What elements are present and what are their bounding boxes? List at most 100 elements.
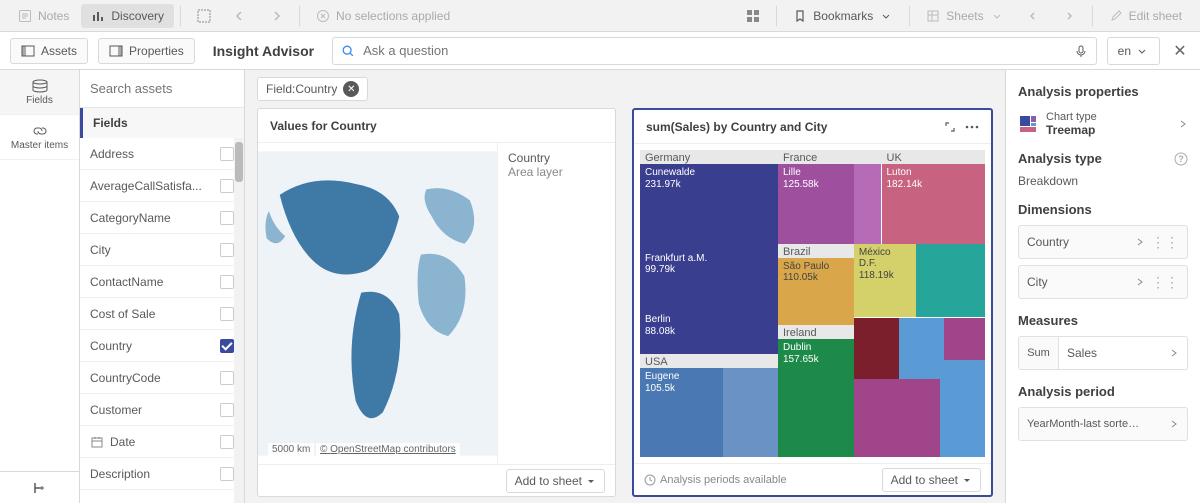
add-to-sheet-button[interactable]: Add to sheet <box>506 469 605 493</box>
notes-button[interactable]: Notes <box>8 4 79 28</box>
treemap-cell[interactable] <box>940 360 985 457</box>
period-row[interactable]: YearMonth-last sorte… <box>1018 407 1188 441</box>
drag-handle[interactable]: ⋮⋮ <box>1151 234 1179 251</box>
field-checkbox[interactable] <box>220 147 234 161</box>
smart-select-button[interactable] <box>187 4 221 28</box>
analysis-periods[interactable]: Analysis periods available <box>644 474 787 486</box>
fields-list: Address AverageCallSatisfa... CategoryNa… <box>80 138 244 503</box>
field-row-avgcall[interactable]: AverageCallSatisfa... <box>80 170 244 202</box>
measure-agg[interactable]: Sum <box>1019 337 1059 369</box>
add-to-sheet-label: Add to sheet <box>891 473 958 487</box>
next-sheet-button[interactable] <box>1052 4 1086 28</box>
treemap-cell[interactable] <box>854 164 882 204</box>
treemap-cell[interactable] <box>899 318 944 379</box>
treemap-cell[interactable] <box>916 244 985 293</box>
treemap-cell[interactable] <box>944 318 985 361</box>
treemap-cell[interactable]: Frankfurt a.M.99.79k <box>640 250 778 311</box>
rail-add-button[interactable] <box>0 471 79 503</box>
field-row-description[interactable]: Description <box>80 458 244 490</box>
treemap-cell[interactable]: Lille125.58k <box>778 164 854 244</box>
treemap-cell[interactable] <box>854 204 882 244</box>
card-treemap-body[interactable]: Germany Cunewalde231.97k Frankfurt a.M.9… <box>634 144 991 463</box>
sheets-button[interactable]: Sheets <box>916 4 1013 28</box>
dimension-country[interactable]: Country ⋮⋮ <box>1018 225 1188 259</box>
assets-toggle[interactable]: Assets <box>10 38 88 64</box>
grid-button[interactable] <box>736 4 770 28</box>
treemap-cell[interactable]: México D.F.118.19k <box>854 244 916 318</box>
map-attribution[interactable]: © OpenStreetMap contributors <box>316 443 460 456</box>
field-checkbox[interactable] <box>220 467 234 481</box>
field-checkbox[interactable] <box>220 403 234 417</box>
drag-handle[interactable]: ⋮⋮ <box>1151 274 1179 291</box>
fields-search[interactable] <box>80 70 244 108</box>
treemap-cell[interactable] <box>854 379 940 457</box>
edit-sheet-button[interactable]: Edit sheet <box>1099 4 1192 28</box>
separator <box>776 6 777 26</box>
treemap-cell[interactable] <box>854 318 899 379</box>
treemap-cell[interactable] <box>916 293 985 318</box>
treemap-chart[interactable]: Germany Cunewalde231.97k Frankfurt a.M.9… <box>640 150 985 457</box>
treemap-cell[interactable]: Cunewalde231.97k <box>640 164 778 250</box>
smart-select-icon <box>197 9 211 23</box>
field-row-contactname[interactable]: ContactName <box>80 266 244 298</box>
field-row-costofsale[interactable]: Cost of Sale <box>80 298 244 330</box>
treemap-cell[interactable]: São Paulo110.05k <box>778 258 854 326</box>
fields-scrollbar[interactable] <box>234 138 244 503</box>
edit-icon <box>1109 9 1123 23</box>
dimensions-title: Dimensions <box>1018 202 1188 217</box>
field-checkbox[interactable] <box>220 435 234 449</box>
main-area: Fields Master items Fields Address Avera… <box>0 70 1200 503</box>
treemap-cell[interactable]: Berlin88.08k <box>640 311 778 354</box>
chip-remove-button[interactable]: ✕ <box>343 81 359 97</box>
fields-header[interactable]: Fields <box>80 108 244 138</box>
card-map-body[interactable]: Country Area layer 5000 km © OpenStreetM… <box>258 143 615 464</box>
dimension-city[interactable]: City ⋮⋮ <box>1018 265 1188 299</box>
card-map-header: Values for Country <box>258 109 615 143</box>
measure-field[interactable]: Sales <box>1059 337 1187 369</box>
treemap-cell[interactable]: Luton182.14k <box>882 164 986 244</box>
ask-question-box[interactable] <box>332 37 1097 65</box>
treemap-cell[interactable] <box>723 368 778 457</box>
treemap-cell[interactable]: Dublin157.65k <box>778 339 854 457</box>
fields-search-input[interactable] <box>90 81 234 96</box>
mic-icon[interactable] <box>1074 44 1088 58</box>
measure-row[interactable]: Sum Sales <box>1018 336 1188 370</box>
field-checkbox[interactable] <box>220 211 234 225</box>
clear-selections-button[interactable]: No selections applied <box>306 4 460 28</box>
field-row-city[interactable]: City <box>80 234 244 266</box>
world-map[interactable] <box>258 143 497 464</box>
rail-master-items[interactable]: Master items <box>0 115 79 160</box>
field-row-countrycode[interactable]: CountryCode <box>80 362 244 394</box>
add-to-sheet-button[interactable]: Add to sheet <box>882 468 981 492</box>
properties-toggle[interactable]: Properties <box>98 38 195 64</box>
forward-button[interactable] <box>259 4 293 28</box>
treemap-cell[interactable]: Eugene105.5k <box>640 368 723 457</box>
field-row-date[interactable]: Date <box>80 426 244 458</box>
bookmarks-button[interactable]: Bookmarks <box>783 4 903 28</box>
card-treemap: sum(Sales) by Country and City Germany C… <box>632 108 993 497</box>
field-checkbox[interactable] <box>220 307 234 321</box>
fullscreen-icon[interactable] <box>943 120 957 134</box>
more-icon[interactable] <box>965 120 979 134</box>
language-button[interactable]: en <box>1107 37 1160 65</box>
ask-question-input[interactable] <box>363 43 1066 58</box>
chip-country[interactable]: Field:Country ✕ <box>257 77 368 101</box>
field-checkbox[interactable] <box>220 339 234 353</box>
field-checkbox[interactable] <box>220 243 234 257</box>
discovery-tab[interactable]: Discovery <box>81 4 174 28</box>
scrollbar-thumb[interactable] <box>235 142 243 182</box>
field-row-categoryname[interactable]: CategoryName <box>80 202 244 234</box>
help-icon[interactable]: ? <box>1174 152 1188 166</box>
field-checkbox[interactable] <box>220 179 234 193</box>
field-checkbox[interactable] <box>220 371 234 385</box>
field-checkbox[interactable] <box>220 275 234 289</box>
svg-text:?: ? <box>1178 154 1184 164</box>
field-row-address[interactable]: Address <box>80 138 244 170</box>
prev-sheet-button[interactable] <box>1016 4 1050 28</box>
field-row-country[interactable]: Country <box>80 330 244 362</box>
back-button[interactable] <box>223 4 257 28</box>
field-row-customer[interactable]: Customer <box>80 394 244 426</box>
chart-type-row[interactable]: Chart type Treemap <box>1018 111 1188 137</box>
close-insight-button[interactable]: ✕ <box>1170 41 1190 61</box>
rail-fields[interactable]: Fields <box>0 70 79 115</box>
